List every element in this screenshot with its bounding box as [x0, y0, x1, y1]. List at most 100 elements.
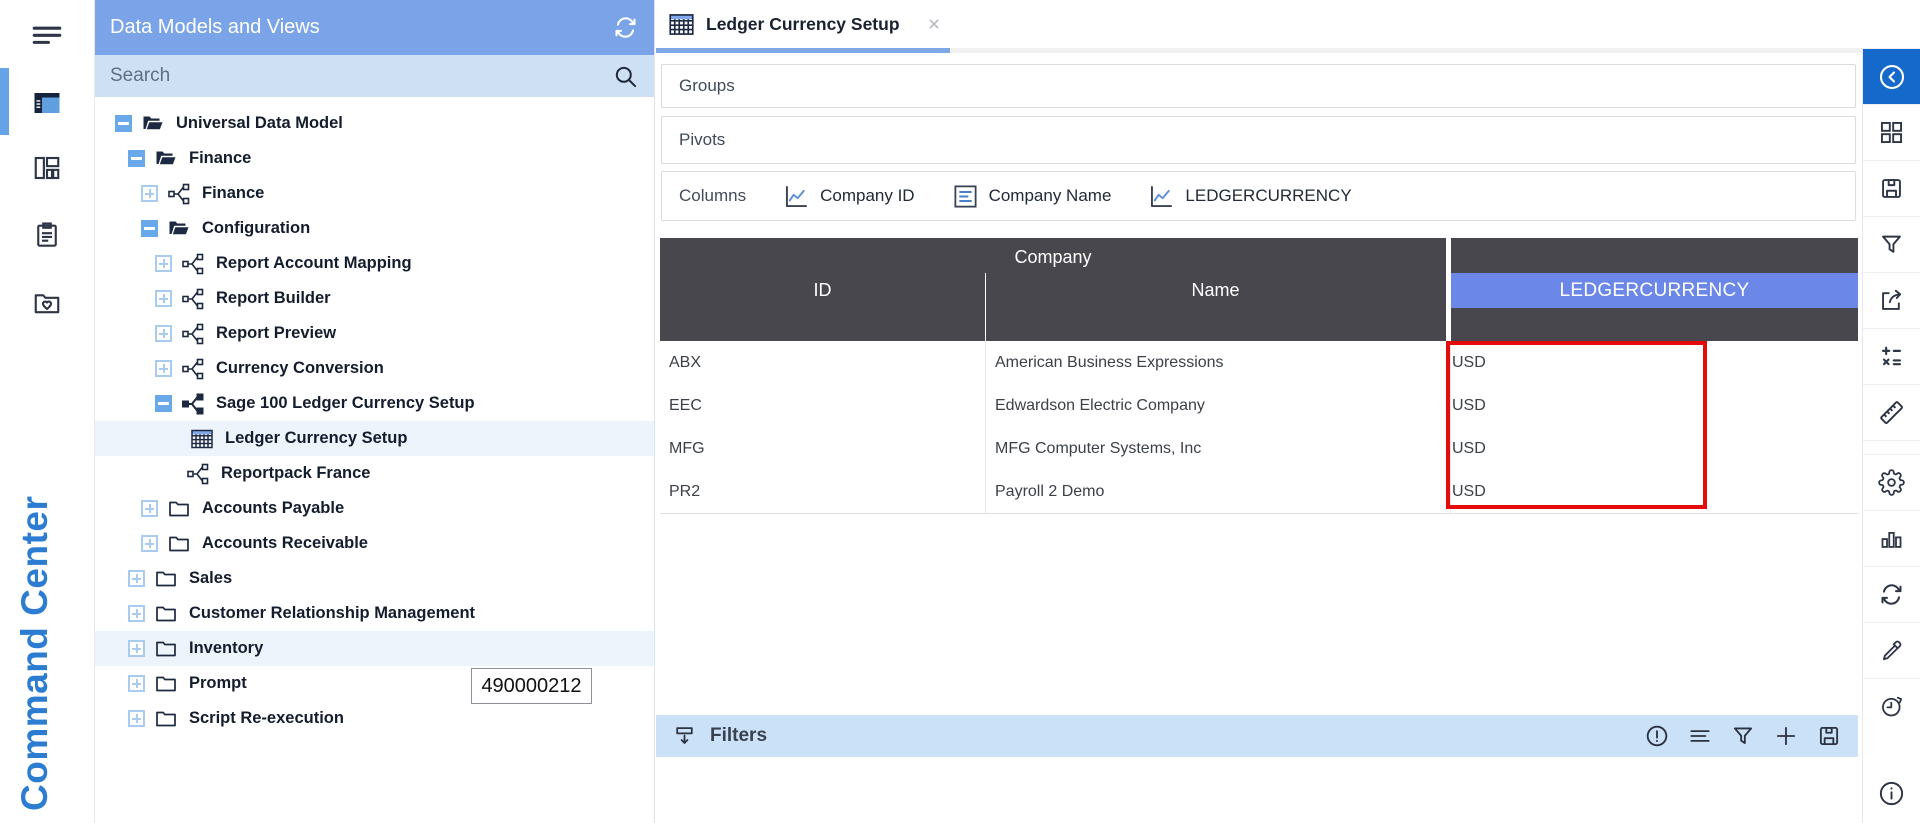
tree-item-sage100-ledger-currency-setup[interactable]: Sage 100 Ledger Currency Setup	[95, 386, 654, 421]
refresh-button[interactable]	[1863, 566, 1920, 622]
filters-bar[interactable]: Filters	[656, 715, 1858, 757]
panel-title: Data Models and Views	[110, 16, 612, 39]
chart-line-icon	[783, 183, 810, 210]
filters-funnel-button[interactable]	[1730, 723, 1756, 749]
table-row[interactable]: MFG MFG Computer Systems, Inc USD	[660, 427, 1858, 470]
save-button[interactable]	[1863, 160, 1920, 216]
tree-item-currency-conversion[interactable]: Currency Conversion	[95, 351, 654, 386]
expand-toggle[interactable]	[128, 710, 145, 727]
prompt-value-input[interactable]	[471, 668, 592, 704]
cell-ledgercurrency: USD	[1446, 440, 1858, 458]
expand-toggle[interactable]	[128, 605, 145, 622]
lines-icon	[1687, 723, 1713, 749]
pivots-dropzone[interactable]: Pivots	[661, 116, 1856, 164]
plus-icon	[1773, 723, 1799, 749]
column-header-ledgercurrency[interactable]: LEDGERCURRENCY	[1451, 273, 1858, 308]
groups-label: Groups	[679, 76, 735, 96]
expand-toggle[interactable]	[141, 500, 158, 517]
save-icon	[1816, 723, 1842, 749]
columns-dropzone[interactable]: Columns Company ID Company Name LEDGERCU…	[661, 171, 1856, 221]
filter-collapse-icon	[672, 724, 697, 749]
tree-item-customer-relationship-management[interactable]: Customer Relationship Management	[95, 596, 654, 631]
expand-toggle[interactable]	[141, 535, 158, 552]
table-row[interactable]: ABX American Business Expressions USD	[660, 341, 1858, 384]
filters-add-button[interactable]	[1773, 723, 1799, 749]
refresh-tree-button[interactable]	[612, 14, 639, 41]
model-tree: Universal Data Model Finance Finance Con…	[95, 106, 654, 736]
model-icon	[181, 322, 205, 346]
column-chip-company-id[interactable]: Company ID	[783, 183, 914, 210]
tree-item-ledger-currency-setup-selected[interactable]: Ledger Currency Setup	[95, 421, 654, 456]
refresh-icon	[612, 14, 639, 41]
folder-open-icon	[154, 147, 178, 171]
history-button[interactable]	[1863, 678, 1920, 734]
ruler-button[interactable]	[1863, 384, 1920, 440]
tree-item-inventory[interactable]: Inventory	[95, 631, 654, 666]
search-input[interactable]: Search	[95, 55, 654, 97]
expand-toggle[interactable]	[155, 255, 172, 272]
collapse-toggle[interactable]	[115, 115, 132, 132]
nav-data-models[interactable]	[0, 75, 94, 131]
table-row[interactable]: EEC Edwardson Electric Company USD	[660, 384, 1858, 427]
clipboard-icon	[32, 220, 62, 250]
column-header-name[interactable]: Name	[985, 273, 1446, 308]
expand-toggle[interactable]	[128, 675, 145, 692]
column-chip-ledgercurrency[interactable]: LEDGERCURRENCY	[1148, 183, 1351, 210]
folder-closed-icon	[154, 567, 178, 591]
tree-item-reportpack-france[interactable]: Reportpack France	[95, 456, 654, 491]
collapse-panel-button[interactable]	[1863, 48, 1920, 104]
nav-layouts[interactable]	[0, 140, 94, 196]
info-button[interactable]	[1863, 763, 1920, 823]
groups-dropzone[interactable]: Groups	[661, 64, 1856, 108]
column-chip-company-name[interactable]: Company Name	[952, 183, 1112, 210]
dashboard-grid-button[interactable]	[1863, 104, 1920, 160]
column-header-id[interactable]: ID	[660, 273, 985, 308]
tree-item-accounts-receivable[interactable]: Accounts Receivable	[95, 526, 654, 561]
rail-divider	[1863, 440, 1920, 454]
tree-item-sales[interactable]: Sales	[95, 561, 654, 596]
table-row[interactable]: PR2 Payroll 2 Demo USD	[660, 470, 1858, 513]
collapse-toggle[interactable]	[141, 220, 158, 237]
expand-toggle[interactable]	[128, 570, 145, 587]
tree-item-universal-data-model[interactable]: Universal Data Model	[95, 106, 654, 141]
nav-tasks[interactable]	[0, 207, 94, 263]
tree-item-script-re-execution[interactable]: Script Re-execution	[95, 701, 654, 736]
tree-item-finance-folder[interactable]: Finance	[95, 141, 654, 176]
nav-favorites[interactable]	[0, 276, 94, 332]
filter-button[interactable]	[1863, 216, 1920, 272]
collapse-toggle[interactable]	[128, 150, 145, 167]
collapse-toggle[interactable]	[155, 395, 172, 412]
expand-toggle[interactable]	[155, 290, 172, 307]
model-icon	[181, 287, 205, 311]
filters-alert-button[interactable]	[1644, 723, 1670, 749]
tab-close-button[interactable]	[926, 16, 942, 32]
list-box-icon	[952, 183, 979, 210]
filters-save-button[interactable]	[1816, 723, 1842, 749]
eyedropper-button[interactable]	[1863, 622, 1920, 678]
model-icon	[181, 357, 205, 381]
settings-button[interactable]	[1863, 454, 1920, 510]
data-models-panel-icon	[32, 88, 62, 118]
filters-list-button[interactable]	[1687, 723, 1713, 749]
expand-toggle[interactable]	[128, 640, 145, 657]
share-export-button[interactable]	[1863, 272, 1920, 328]
tab-ledger-currency-setup[interactable]: Ledger Currency Setup	[656, 0, 950, 48]
tree-item-configuration[interactable]: Configuration	[95, 211, 654, 246]
expand-toggle[interactable]	[155, 325, 172, 342]
header-separator	[985, 273, 986, 341]
grid-table-icon	[668, 11, 695, 38]
chevron-left-circle-icon	[1877, 62, 1907, 92]
expand-toggle[interactable]	[141, 185, 158, 202]
expand-toggle[interactable]	[155, 360, 172, 377]
layout-icon	[32, 153, 62, 183]
calculator-button[interactable]	[1863, 328, 1920, 384]
tree-item-finance-model[interactable]: Finance	[95, 176, 654, 211]
menu-button[interactable]	[0, 8, 94, 64]
chart-button[interactable]	[1863, 510, 1920, 566]
funnel-icon	[1730, 723, 1756, 749]
tree-item-report-preview[interactable]: Report Preview	[95, 316, 654, 351]
tree-item-report-account-mapping[interactable]: Report Account Mapping	[95, 246, 654, 281]
tree-item-accounts-payable[interactable]: Accounts Payable	[95, 491, 654, 526]
tree-item-report-builder[interactable]: Report Builder	[95, 281, 654, 316]
cell-company-id: MFG	[660, 440, 985, 458]
